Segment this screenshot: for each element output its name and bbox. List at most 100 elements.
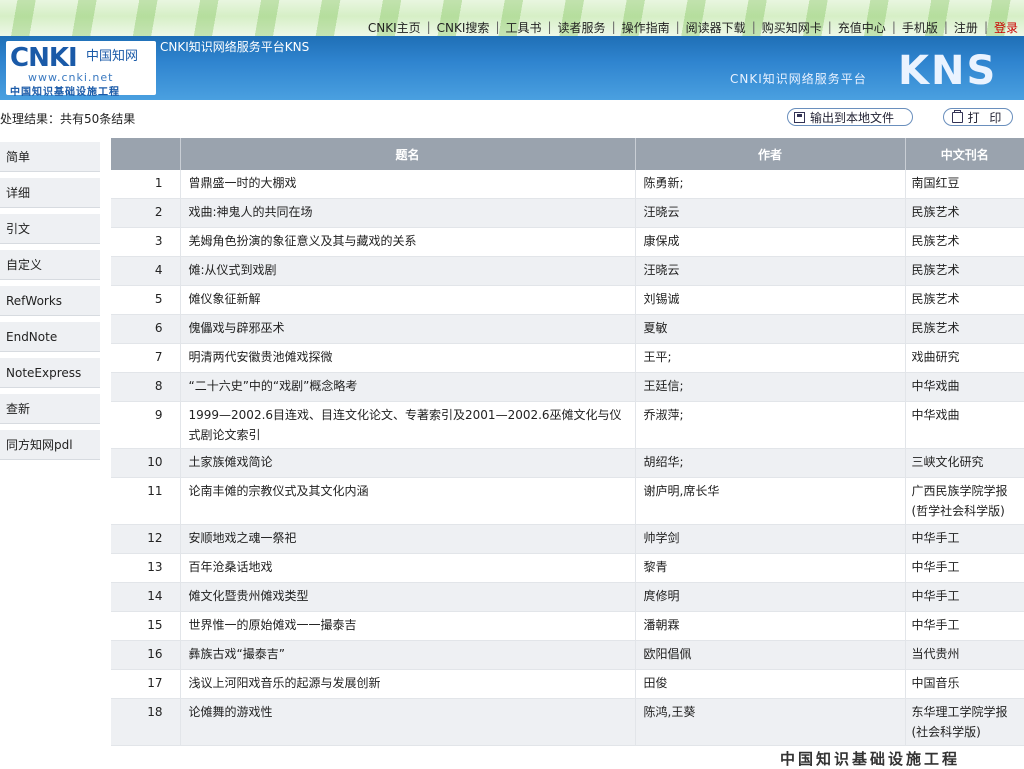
- row-author[interactable]: 夏敏: [635, 314, 906, 344]
- top-nav-link[interactable]: 读者服务: [552, 19, 612, 36]
- sidebar-item[interactable]: 同方知网pdl: [0, 430, 100, 460]
- login-link[interactable]: 登录: [988, 19, 1024, 36]
- row-author[interactable]: 刘锡诚: [635, 285, 906, 315]
- top-nav-link[interactable]: CNKI主页: [362, 19, 427, 36]
- row-number: 15: [111, 611, 181, 641]
- kns-logo-text: KNS: [898, 48, 998, 94]
- row-author[interactable]: 乔淑萍;: [635, 401, 906, 449]
- top-nav-link[interactable]: 手机版: [896, 19, 944, 36]
- sidebar-item[interactable]: 自定义: [0, 250, 100, 280]
- export-button-label: 输出到本地文件: [810, 110, 895, 125]
- row-title[interactable]: 明清两代安徽贵池傩戏探微: [180, 343, 636, 373]
- row-author[interactable]: 黎青: [635, 553, 906, 583]
- table-row: 7 明清两代安徽贵池傩戏探微 王平; 戏曲研究: [111, 343, 1024, 373]
- row-author[interactable]: 汪晓云: [635, 198, 906, 228]
- row-number: 17: [111, 669, 181, 699]
- row-journal[interactable]: 南国红豆: [905, 170, 1024, 199]
- row-journal[interactable]: 中华戏曲: [905, 372, 1024, 402]
- sidebar-item[interactable]: 详细: [0, 178, 100, 208]
- row-title[interactable]: 羌姆角色扮演的象征意义及其与藏戏的关系: [180, 227, 636, 257]
- top-nav-link[interactable]: 注册: [948, 19, 984, 36]
- top-nav-link[interactable]: 操作指南: [616, 19, 676, 36]
- header-title[interactable]: 题名: [180, 138, 636, 170]
- cnki-logo[interactable]: CNKI 中国知网 www.cnki.net 中国知识基础设施工程: [6, 41, 156, 98]
- row-journal[interactable]: 民族艺术: [905, 227, 1024, 257]
- row-journal[interactable]: 中华手工: [905, 524, 1024, 554]
- row-title[interactable]: 戏曲:神鬼人的共同在场: [180, 198, 636, 228]
- row-journal[interactable]: 当代贵州: [905, 640, 1024, 670]
- format-sidebar: 简单详细引文自定义 RefWorks EndNote NoteExpress 查新同方知…: [0, 142, 100, 466]
- row-author[interactable]: 潘朝霖: [635, 611, 906, 641]
- row-title[interactable]: 百年沧桑话地戏: [180, 553, 636, 583]
- table-row: 1 曾鼎盛一时的大棚戏 陈勇新; 南国红豆: [111, 170, 1024, 199]
- table-row: 15 世界惟一的原始傩戏一一撮泰吉 潘朝霖 中华手工: [111, 611, 1024, 641]
- row-journal[interactable]: 民族艺术: [905, 198, 1024, 228]
- row-title[interactable]: 论南丰傩的宗教仪式及其文化内涵: [180, 477, 636, 525]
- logo-cnki-text: CNKI: [10, 43, 78, 73]
- row-number: 3: [111, 227, 181, 257]
- row-number: 1: [111, 170, 181, 199]
- print-button[interactable]: 打 印: [943, 108, 1013, 126]
- row-journal[interactable]: 民族艺术: [905, 314, 1024, 344]
- row-journal[interactable]: 民族艺术: [905, 256, 1024, 286]
- export-button[interactable]: 输出到本地文件: [787, 108, 913, 126]
- row-author[interactable]: 庹修明: [635, 582, 906, 612]
- table-row: 3 羌姆角色扮演的象征意义及其与藏戏的关系 康保成 民族艺术: [111, 227, 1024, 257]
- row-journal[interactable]: 广西民族学院学报(哲学社会科学版): [905, 477, 1024, 525]
- sidebar-item[interactable]: 简单: [0, 142, 100, 172]
- row-journal[interactable]: 戏曲研究: [905, 343, 1024, 373]
- row-journal[interactable]: 中华手工: [905, 582, 1024, 612]
- row-title[interactable]: 论傩舞的游戏性: [180, 698, 636, 746]
- row-author[interactable]: 谢庐明,席长华: [635, 477, 906, 525]
- top-nav-link[interactable]: 工具书: [499, 19, 547, 36]
- table-row: 16 彝族古戏“撮泰吉” 欧阳倡佩 当代贵州: [111, 640, 1024, 670]
- table-row: 4 傩:从仪式到戏剧 汪晓云 民族艺术: [111, 256, 1024, 286]
- header-journal[interactable]: 中文刊名: [905, 138, 1024, 170]
- row-journal[interactable]: 民族艺术: [905, 285, 1024, 315]
- row-journal[interactable]: 中华手工: [905, 611, 1024, 641]
- row-journal[interactable]: 中华戏曲: [905, 401, 1024, 449]
- sidebar-item[interactable]: RefWorks: [0, 286, 100, 316]
- row-author[interactable]: 田俊: [635, 669, 906, 699]
- row-title[interactable]: “二十六史”中的“戏剧”概念略考: [180, 372, 636, 402]
- row-journal[interactable]: 东华理工学院学报(社会科学版): [905, 698, 1024, 746]
- logo-cn-small-text: 中国知网: [86, 49, 139, 64]
- row-title[interactable]: 傀儡戏与辟邪巫术: [180, 314, 636, 344]
- row-journal[interactable]: 中国音乐: [905, 669, 1024, 699]
- table-row: 9 1999—2002.6目连戏、目连文化论文、专著索引及2001—2002.6巫…: [111, 401, 1024, 449]
- row-author[interactable]: 欧阳倡佩: [635, 640, 906, 670]
- row-author[interactable]: 陈勇新;: [635, 170, 906, 199]
- row-title[interactable]: 安顺地戏之魂一祭祀: [180, 524, 636, 554]
- row-author[interactable]: 王平;: [635, 343, 906, 373]
- sidebar-item[interactable]: EndNote: [0, 322, 100, 352]
- row-title[interactable]: 土家族傩戏简论: [180, 448, 636, 478]
- row-author[interactable]: 康保成: [635, 227, 906, 257]
- sidebar-item[interactable]: 引文: [0, 214, 100, 244]
- sidebar-item[interactable]: NoteExpress: [0, 358, 100, 388]
- row-title[interactable]: 世界惟一的原始傩戏一一撮泰吉: [180, 611, 636, 641]
- top-nav-link[interactable]: 充值中心: [832, 19, 892, 36]
- top-nav-link[interactable]: 阅读器下载: [680, 19, 752, 36]
- row-number: 16: [111, 640, 181, 670]
- row-title[interactable]: 傩仪象征新解: [180, 285, 636, 315]
- row-author[interactable]: 帅学剑: [635, 524, 906, 554]
- table-row: 18 论傩舞的游戏性 陈鸿,王葵 东华理工学院学报(社会科学版): [111, 698, 1024, 746]
- row-title[interactable]: 1999—2002.6目连戏、目连文化论文、专著索引及2001—2002.6巫傩…: [180, 401, 636, 449]
- row-author[interactable]: 胡绍华;: [635, 448, 906, 478]
- row-author[interactable]: 陈鸿,王葵: [635, 698, 906, 746]
- row-author[interactable]: 王廷信;: [635, 372, 906, 402]
- row-author[interactable]: 汪晓云: [635, 256, 906, 286]
- row-title[interactable]: 傩文化暨贵州傩戏类型: [180, 582, 636, 612]
- top-nav-link[interactable]: 购买知网卡: [756, 19, 828, 36]
- top-nav-link[interactable]: CNKI搜索: [431, 19, 496, 36]
- row-title[interactable]: 傩:从仪式到戏剧: [180, 256, 636, 286]
- row-number: 14: [111, 582, 181, 612]
- table-row: 10 土家族傩戏简论 胡绍华; 三峡文化研究: [111, 448, 1024, 478]
- row-title[interactable]: 彝族古戏“撮泰吉”: [180, 640, 636, 670]
- row-title[interactable]: 浅议上河阳戏音乐的起源与发展创新: [180, 669, 636, 699]
- sidebar-item[interactable]: 查新: [0, 394, 100, 424]
- row-journal[interactable]: 中华手工: [905, 553, 1024, 583]
- row-title[interactable]: 曾鼎盛一时的大棚戏: [180, 170, 636, 199]
- header-author[interactable]: 作者: [635, 138, 906, 170]
- row-journal[interactable]: 三峡文化研究: [905, 448, 1024, 478]
